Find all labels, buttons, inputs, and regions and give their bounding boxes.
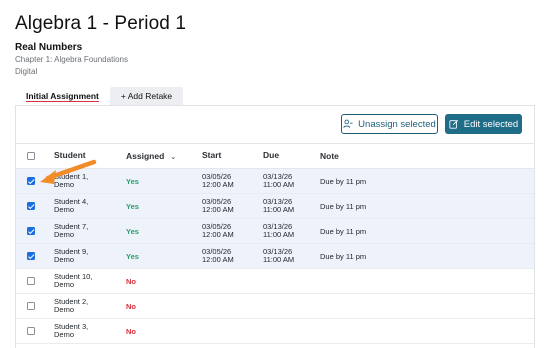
mode-label: Digital	[15, 67, 38, 76]
student-name-line2: Demo	[54, 305, 75, 314]
unassign-selected-button[interactable]: Unassign selected	[341, 114, 438, 134]
header-assigned-label: Assigned	[126, 151, 165, 161]
user-minus-icon	[343, 119, 353, 128]
due-time: 11:00 AM	[263, 205, 295, 214]
tab-bar: Initial Assignment + Add Retake	[15, 87, 184, 105]
note: Due by 11 pm	[320, 201, 367, 211]
student-name-line2: Demo	[54, 255, 75, 264]
assignment-title: Real Numbers	[15, 42, 83, 53]
note: Due by 11 pm	[320, 251, 367, 261]
due-time: 11:00 AM	[263, 255, 295, 264]
header-due[interactable]: Due	[263, 150, 320, 160]
unassign-selected-label: Unassign selected	[358, 118, 436, 130]
start-time: 12:00 AM	[202, 205, 234, 214]
edit-selected-label: Edit selected	[463, 118, 519, 130]
table-header: Student Assigned ⌄ Start Due Note	[16, 143, 534, 169]
student-name-line2: Demo	[54, 280, 75, 289]
tab-initial-assignment[interactable]: Initial Assignment	[15, 87, 110, 105]
chapter-label: Chapter 1: Algebra Foundations	[15, 55, 128, 64]
page-title: Algebra 1 - Period 1	[15, 13, 186, 34]
header-student[interactable]: Student	[54, 150, 126, 160]
row-checkbox[interactable]	[27, 202, 35, 210]
student-name-line2: Demo	[54, 180, 75, 189]
row-checkbox[interactable]	[27, 177, 35, 185]
chevron-down-icon[interactable]: ⌄	[170, 154, 176, 161]
row-checkbox[interactable]	[27, 277, 35, 285]
due-time: 11:00 AM	[263, 180, 295, 189]
students-table: Student Assigned ⌄ Start Due Note Student…	[16, 143, 534, 344]
row-checkbox[interactable]	[27, 252, 35, 260]
start-time: 12:00 AM	[202, 230, 234, 239]
row-checkbox[interactable]	[27, 302, 35, 310]
select-all-checkbox[interactable]	[27, 152, 35, 160]
assigned-status: Yes	[126, 251, 139, 261]
due-time: 11:00 AM	[263, 230, 295, 239]
assigned-status: No	[126, 326, 136, 336]
header-assigned[interactable]: Assigned ⌄	[126, 151, 202, 161]
assigned-status: No	[126, 301, 136, 311]
row-checkbox[interactable]	[27, 227, 35, 235]
assigned-status: Yes	[126, 176, 139, 186]
edit-selected-button[interactable]: Edit selected	[445, 114, 522, 134]
start-time: 12:00 AM	[202, 255, 234, 264]
assigned-status: Yes	[126, 226, 139, 236]
header-start[interactable]: Start	[202, 150, 263, 160]
row-checkbox[interactable]	[27, 327, 35, 335]
header-note: Note	[320, 151, 339, 161]
student-name-line2: Demo	[54, 330, 75, 339]
tab-add-retake[interactable]: + Add Retake	[109, 87, 184, 105]
table-row[interactable]: Student 3, Demo No	[16, 319, 534, 344]
table-row[interactable]: Student 9, Demo Yes 03/05/26 12:00 AM 03/1…	[16, 244, 534, 269]
assigned-status: No	[126, 276, 136, 286]
table-row[interactable]: Student 2, Demo No	[16, 294, 534, 319]
note: Due by 11 pm	[320, 176, 367, 186]
table-row[interactable]: Student 10, Demo No	[16, 269, 534, 294]
edit-icon	[449, 119, 458, 129]
assigned-status: Yes	[126, 201, 139, 211]
student-name-line2: Demo	[54, 205, 75, 214]
start-time: 12:00 AM	[202, 180, 234, 189]
student-name-line2: Demo	[54, 230, 75, 239]
note: Due by 11 pm	[320, 226, 367, 236]
table-row[interactable]: Student 4, Demo Yes 03/05/26 12:00 AM 03/1…	[16, 194, 534, 219]
table-row[interactable]: Student 7, Demo Yes 03/05/26 12:00 AM 03/1…	[16, 219, 534, 244]
table-row[interactable]: Student 1, Demo Yes 03/05/26 12:00 AM 03/1…	[16, 169, 534, 194]
